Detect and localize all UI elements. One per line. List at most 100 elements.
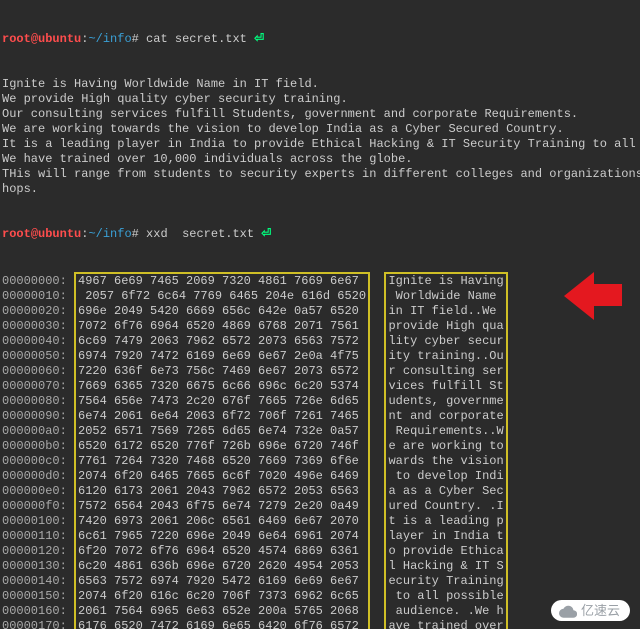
hex-row: 00000160: 2061 7564 6965 6e63 652e 200a …	[2, 604, 507, 619]
output-line: We are working towards the vision to dev…	[2, 122, 638, 137]
hex-ascii: ity training..Ou	[385, 349, 506, 364]
hex-ascii: ured Country. .I	[385, 499, 506, 514]
hex-bytes: 2052 6571 7569 7265 6d65 6e74 732e 0a57	[75, 424, 369, 439]
hex-bytes: 7761 7264 7320 7468 6520 7669 7369 6f6e	[75, 454, 369, 469]
hex-ascii: wards the vision	[385, 454, 506, 469]
watermark: 亿速云	[551, 600, 630, 621]
hex-bytes: 7072 6f76 6964 6520 4869 6768 2071 7561	[75, 319, 369, 334]
hex-row: 00000150: 2074 6f20 616c 6c20 706f 7373 …	[2, 589, 507, 604]
prompt-user: root	[2, 227, 31, 241]
hex-row: 00000100: 7420 6973 2061 206c 6561 6469 …	[2, 514, 507, 529]
hex-ascii: to develop Indi	[385, 469, 506, 484]
hex-bytes: 6c20 4861 636b 696e 6720 2620 4954 2053	[75, 559, 369, 574]
hex-dump: 00000000: 4967 6e69 7465 2069 7320 4861 …	[2, 272, 508, 629]
prompt-line-1: root@ubuntu:~/info# cat secret.txt ⏎	[2, 32, 638, 47]
hex-ascii: provide High qua	[385, 319, 506, 334]
hex-bytes: 696e 2049 5420 6669 656c 642e 0a57 6520	[75, 304, 369, 319]
hex-row: 00000050: 6974 7920 7472 6169 6e69 6e67 …	[2, 349, 507, 364]
hex-offset: 000000a0:	[2, 424, 75, 439]
output-line: hops.	[2, 182, 638, 197]
hex-offset: 00000150:	[2, 589, 75, 604]
output-line: We provide High quality cyber security t…	[2, 92, 638, 107]
output-line: Our consulting services fulfill Students…	[2, 107, 638, 122]
hex-ascii: to all possible	[385, 589, 506, 604]
hex-bytes: 2074 6f20 616c 6c20 706f 7373 6962 6c65	[75, 589, 369, 604]
arrow-left-icon	[592, 284, 622, 306]
output-line: THis will range from students to securit…	[2, 167, 638, 182]
hex-row: 000000f0: 7572 6564 2043 6f75 6e74 7279 …	[2, 499, 507, 514]
hex-row: 00000140: 6563 7572 6974 7920 5472 6169 …	[2, 574, 507, 589]
hex-row: 000000d0: 2074 6f20 6465 7665 6c6f 7020 …	[2, 469, 507, 484]
hex-ascii: audience. .We h	[385, 604, 506, 619]
hex-ascii: lity cyber secur	[385, 334, 506, 349]
hex-row: 00000090: 6e74 2061 6e64 2063 6f72 706f …	[2, 409, 507, 424]
hex-offset: 00000070:	[2, 379, 75, 394]
hex-row: 00000040: 6c69 7479 2063 7962 6572 2073 …	[2, 334, 507, 349]
hex-ascii: Worldwide Name	[385, 289, 506, 304]
hex-row: 000000e0: 6120 6173 2061 2043 7962 6572 …	[2, 484, 507, 499]
hex-ascii: Ignite is Having	[385, 273, 506, 289]
terminal[interactable]: root@ubuntu:~/info# cat secret.txt ⏎ Ign…	[0, 0, 640, 629]
hex-row: 00000020: 696e 2049 5420 6669 656c 642e …	[2, 304, 507, 319]
hex-offset: 000000f0:	[2, 499, 75, 514]
hex-ascii: e are working to	[385, 439, 506, 454]
hex-ascii: l Hacking & IT S	[385, 559, 506, 574]
hex-bytes: 2057 6f72 6c64 7769 6465 204e 616d 6520	[75, 289, 369, 304]
hex-ascii: a as a Cyber Sec	[385, 484, 506, 499]
arrow-left-icon	[564, 272, 594, 320]
prompt-line-2: root@ubuntu:~/info# xxd secret.txt ⏎	[2, 227, 638, 242]
hex-row: 000000c0: 7761 7264 7320 7468 6520 7669 …	[2, 454, 507, 469]
watermark-text: 亿速云	[581, 603, 620, 618]
cat-output: Ignite is Having Worldwide Name in IT fi…	[2, 77, 638, 197]
hex-bytes: 6120 6173 2061 2043 7962 6572 2053 6563	[75, 484, 369, 499]
hex-row: 00000060: 7220 636f 6e73 756c 7469 6e67 …	[2, 364, 507, 379]
hex-ascii: t is a leading p	[385, 514, 506, 529]
prompt-path: ~/info	[88, 227, 131, 241]
hex-offset: 000000d0:	[2, 469, 75, 484]
hex-offset: 000000b0:	[2, 439, 75, 454]
hex-offset: 00000170:	[2, 619, 75, 629]
hex-row: 00000130: 6c20 4861 636b 696e 6720 2620 …	[2, 559, 507, 574]
hex-ascii: udents, governme	[385, 394, 506, 409]
hex-offset: 00000020:	[2, 304, 75, 319]
hex-offset: 00000000:	[2, 273, 75, 289]
command-xxd: xxd secret.txt	[139, 227, 254, 241]
hex-bytes: 6176 6520 7472 6169 6e65 6420 6f76 6572	[75, 619, 369, 629]
hex-bytes: 7572 6564 2043 6f75 6e74 7279 2e20 0a49	[75, 499, 369, 514]
hex-bytes: 6974 7920 7472 6169 6e69 6e67 2e0a 4f75	[75, 349, 369, 364]
prompt-host: ubuntu	[38, 32, 81, 46]
hex-ascii: vices fulfill St	[385, 379, 506, 394]
hex-row: 00000010: 2057 6f72 6c64 7769 6465 204e …	[2, 289, 507, 304]
hex-row: 000000a0: 2052 6571 7569 7265 6d65 6e74 …	[2, 424, 507, 439]
hex-ascii: nt and corporate	[385, 409, 506, 424]
hex-ascii: ecurity Training	[385, 574, 506, 589]
hex-offset: 00000080:	[2, 394, 75, 409]
output-line: It is a leading player in India to provi…	[2, 137, 638, 152]
hex-offset: 00000050:	[2, 349, 75, 364]
hex-offset: 000000e0:	[2, 484, 75, 499]
hex-offset: 00000040:	[2, 334, 75, 349]
hex-ascii: Requirements..W	[385, 424, 506, 439]
command-cat: cat secret.txt	[139, 32, 247, 46]
hex-ascii: in IT field..We	[385, 304, 506, 319]
hex-row: 00000080: 7564 656e 7473 2c20 676f 7665 …	[2, 394, 507, 409]
hex-ascii: layer in India t	[385, 529, 506, 544]
hex-ascii: ave trained over	[385, 619, 506, 629]
hex-bytes: 4967 6e69 7465 2069 7320 4861 7669 6e67	[75, 273, 369, 289]
hex-row: 00000030: 7072 6f76 6964 6520 4869 6768 …	[2, 319, 507, 334]
hex-bytes: 6e74 2061 6e64 2063 6f72 706f 7261 7465	[75, 409, 369, 424]
enter-icon: ⏎	[247, 32, 264, 46]
hex-bytes: 6563 7572 6974 7920 5472 6169 6e69 6e67	[75, 574, 369, 589]
hex-offset: 00000160:	[2, 604, 75, 619]
hex-bytes: 2061 7564 6965 6e63 652e 200a 5765 2068	[75, 604, 369, 619]
hex-bytes: 7669 6365 7320 6675 6c66 696c 6c20 5374	[75, 379, 369, 394]
hex-row: 00000110: 6c61 7965 7220 696e 2049 6e64 …	[2, 529, 507, 544]
hex-bytes: 2074 6f20 6465 7665 6c6f 7020 496e 6469	[75, 469, 369, 484]
hex-bytes: 7220 636f 6e73 756c 7469 6e67 2073 6572	[75, 364, 369, 379]
hex-bytes: 7564 656e 7473 2c20 676f 7665 726e 6d65	[75, 394, 369, 409]
hex-offset: 00000100:	[2, 514, 75, 529]
hex-offset: 00000030:	[2, 319, 75, 334]
hex-ascii: r consulting ser	[385, 364, 506, 379]
hex-row: 00000170: 6176 6520 7472 6169 6e65 6420 …	[2, 619, 507, 629]
prompt-user: root	[2, 32, 31, 46]
